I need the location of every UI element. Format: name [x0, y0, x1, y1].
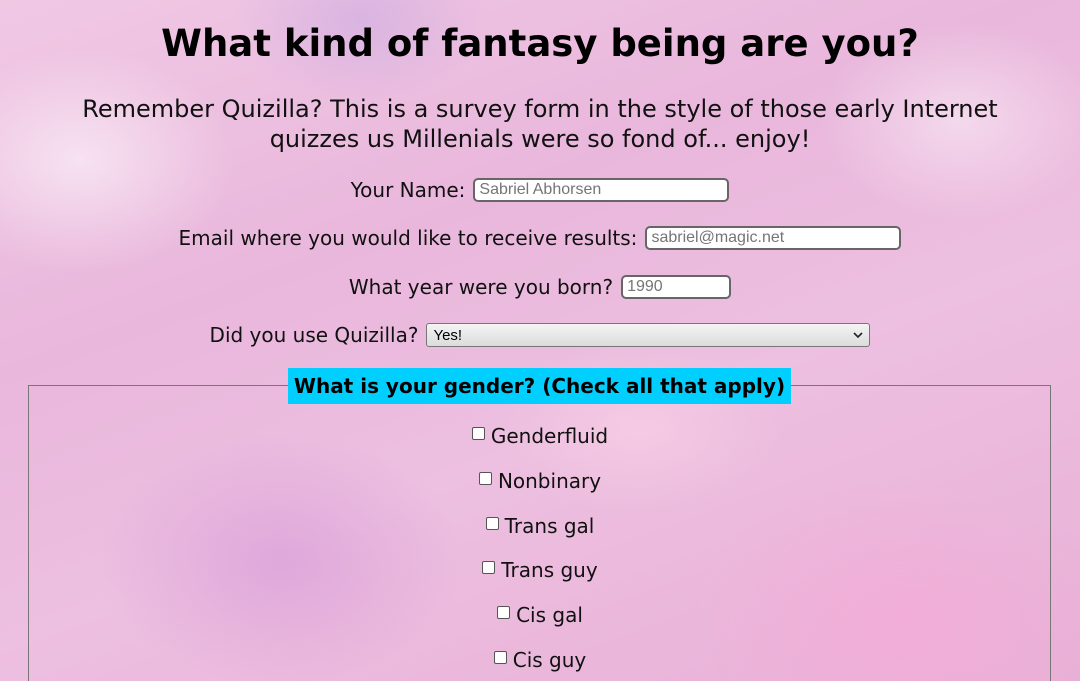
trans-guy-label: Trans guy	[501, 558, 598, 582]
nonbinary-checkbox[interactable]	[478, 471, 492, 485]
genderfluid-label: Genderfluid	[490, 424, 609, 448]
chevron-down-icon	[853, 332, 864, 339]
quizilla-row: Did you use Quizilla? Yes!	[0, 323, 1080, 347]
gender-option-cis-guy[interactable]: Cis guy	[0, 648, 1080, 672]
gender-option-genderfluid[interactable]: Genderfluid	[0, 424, 1080, 448]
gender-option-trans-gal[interactable]: Trans gal	[0, 514, 1080, 538]
cis-gal-label: Cis gal	[516, 603, 583, 627]
quizilla-selected-value: Yes!	[433, 326, 463, 344]
name-row: Your Name:	[0, 178, 1080, 202]
gender-option-nonbinary[interactable]: Nonbinary	[0, 469, 1080, 493]
page: What kind of fantasy being are you? Reme…	[0, 0, 1080, 681]
cis-guy-label: Cis guy	[512, 648, 587, 672]
gender-option-trans-guy[interactable]: Trans guy	[0, 558, 1080, 582]
year-row: What year were you born?	[0, 275, 1080, 299]
year-label: What year were you born?	[348, 275, 614, 299]
cis-gal-checkbox[interactable]	[497, 605, 511, 619]
cis-guy-checkbox[interactable]	[493, 650, 507, 664]
email-label: Email where you would like to receive re…	[178, 226, 638, 250]
gender-option-cis-gal[interactable]: Cis gal	[0, 603, 1080, 627]
trans-guy-checkbox[interactable]	[482, 560, 496, 574]
year-input[interactable]	[621, 275, 732, 299]
email-input[interactable]	[645, 226, 902, 250]
nonbinary-label: Nonbinary	[497, 469, 602, 493]
page-description: Remember Quizilla? This is a survey form…	[82, 95, 998, 153]
email-row: Email where you would like to receive re…	[0, 226, 1080, 250]
name-input[interactable]	[473, 178, 730, 202]
trans-gal-checkbox[interactable]	[485, 516, 499, 530]
quizilla-label: Did you use Quizilla?	[209, 323, 419, 347]
page-title: What kind of fantasy being are you?	[161, 22, 919, 65]
name-label: Your Name:	[350, 178, 466, 202]
gender-legend: What is your gender? (Check all that app…	[288, 368, 791, 404]
genderfluid-checkbox[interactable]	[471, 426, 485, 440]
trans-gal-label: Trans gal	[504, 514, 595, 538]
quizilla-select[interactable]: Yes!	[426, 323, 871, 347]
